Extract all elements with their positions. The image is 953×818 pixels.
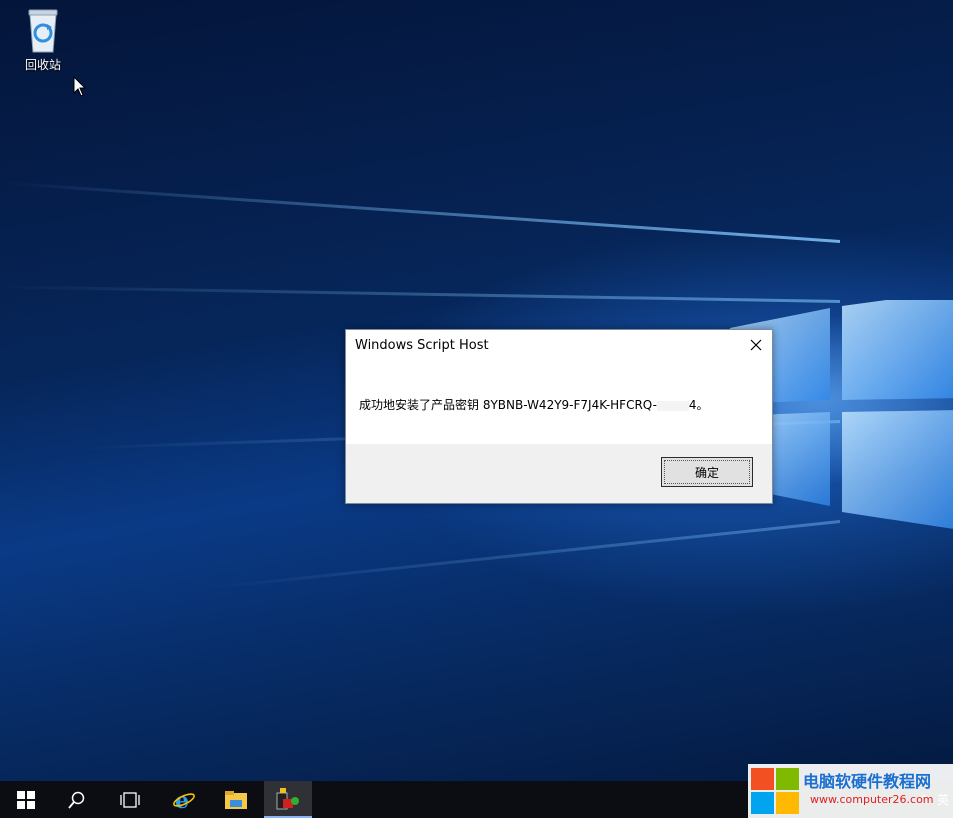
close-icon: [750, 339, 762, 351]
light-beam: [203, 520, 841, 590]
message-dialog: Windows Script Host 成功地安装了产品密钥 8YBNB-W42…: [345, 329, 773, 504]
dialog-footer: 确定: [346, 444, 772, 503]
light-beam: [0, 285, 841, 303]
search-button[interactable]: [53, 781, 101, 818]
task-view-button[interactable]: [106, 781, 154, 818]
start-button[interactable]: [2, 781, 50, 818]
recycle-bin[interactable]: 回收站: [14, 6, 72, 73]
watermark-url: www.computer26.com: [810, 793, 934, 806]
internet-explorer-button[interactable]: e: [160, 781, 208, 818]
folder-icon: [225, 790, 247, 809]
ok-button[interactable]: 确定: [661, 457, 753, 487]
search-icon: [68, 791, 85, 809]
task-view-icon: [120, 791, 140, 808]
file-explorer-button[interactable]: [212, 781, 260, 818]
app-icon: [276, 787, 299, 809]
dialog-body: 成功地安装了产品密钥 8YBNB-W42Y9-F7J4K-HFCRQ- 4。: [346, 362, 772, 443]
light-beam: [1, 181, 841, 243]
close-button[interactable]: [740, 330, 772, 360]
watermark-title: 电脑软硬件教程网: [803, 772, 932, 791]
site-watermark: 电脑软硬件教程网 www.computer26.com: [748, 764, 953, 818]
recycle-bin-label: 回收站: [24, 58, 61, 72]
dialog-message: 成功地安装了产品密钥 8YBNB-W42Y9-F7J4K-HFCRQ- 4。: [359, 396, 709, 413]
app-button[interactable]: [264, 781, 312, 818]
internet-explorer-icon: e: [173, 788, 195, 812]
redacted-key-part: [656, 400, 689, 411]
mouse-cursor-icon: [73, 76, 87, 97]
message-text-end: 4。: [688, 398, 709, 412]
dialog-titlebar[interactable]: Windows Script Host: [346, 330, 772, 362]
dialog-title: Windows Script Host: [355, 338, 489, 353]
windows-flag-logo-icon: [751, 768, 799, 814]
recycle-bin-icon: [28, 9, 58, 53]
message-text: 成功地安装了产品密钥 8YBNB-W42Y9-F7J4K-HFCRQ-: [359, 398, 657, 412]
windows-logo-icon: [17, 790, 35, 809]
